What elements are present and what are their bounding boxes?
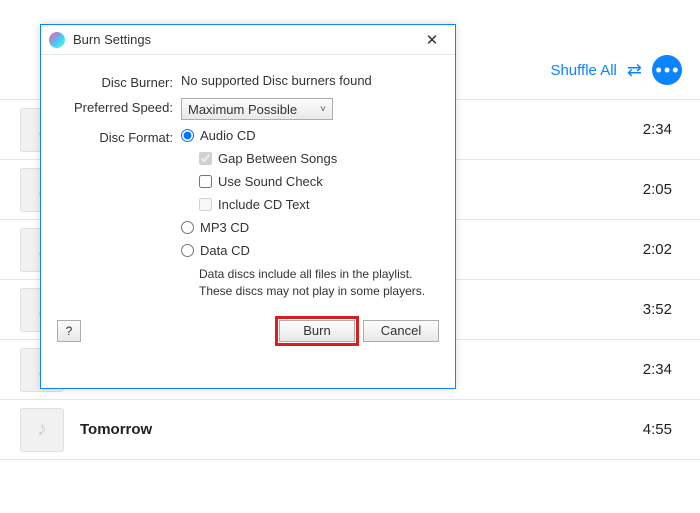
burn-button[interactable]: Burn <box>279 320 355 342</box>
radio-input[interactable] <box>181 244 194 257</box>
dialog-title: Burn Settings <box>73 32 417 47</box>
itunes-icon <box>49 32 65 48</box>
radio-audio-cd[interactable]: Audio CD <box>181 128 439 143</box>
checkbox-label: Use Sound Check <box>218 174 323 189</box>
track-title: Tomorrow <box>80 421 643 438</box>
radio-label: MP3 CD <box>200 220 249 235</box>
radio-label: Audio CD <box>200 128 256 143</box>
close-button[interactable]: ✕ <box>417 31 447 49</box>
track-duration: 2:34 <box>643 361 672 378</box>
radio-input[interactable] <box>181 221 194 234</box>
track-duration: 4:55 <box>643 421 672 438</box>
track-thumb: ♪ <box>20 408 64 452</box>
checkbox-use-sound-check[interactable]: Use Sound Check <box>199 174 439 189</box>
checkbox-include-cd-text: Include CD Text <box>199 197 439 212</box>
track-duration: 3:52 <box>643 301 672 318</box>
shuffle-icon: ⇄ <box>627 60 642 81</box>
cancel-button[interactable]: Cancel <box>363 320 439 342</box>
chevron-down-icon: ˅ <box>320 104 326 115</box>
checkbox-input <box>199 198 212 211</box>
radio-input[interactable] <box>181 129 194 142</box>
checkbox-input[interactable] <box>199 175 212 188</box>
dialog-titlebar: Burn Settings ✕ <box>41 25 455 55</box>
checkbox-label: Gap Between Songs <box>218 151 337 166</box>
help-button[interactable]: ? <box>57 320 81 342</box>
disc-burner-label: Disc Burner: <box>57 73 181 90</box>
radio-mp3-cd[interactable]: MP3 CD <box>181 220 439 235</box>
radio-data-cd[interactable]: Data CD <box>181 243 439 258</box>
checkbox-input <box>199 152 212 165</box>
select-value: Maximum Possible <box>188 102 297 117</box>
shuffle-all-button[interactable]: Shuffle All <box>550 62 616 79</box>
data-cd-note: Data discs include all files in the play… <box>199 266 439 300</box>
track-duration: 2:02 <box>643 241 672 258</box>
checkbox-gap-between-songs: Gap Between Songs <box>199 151 439 166</box>
checkbox-label: Include CD Text <box>218 197 310 212</box>
preferred-speed-select[interactable]: Maximum Possible ˅ <box>181 98 333 120</box>
track-row[interactable]: ♪ Tomorrow 4:55 <box>0 400 700 460</box>
disc-format-label: Disc Format: <box>57 128 181 145</box>
burn-settings-dialog: Burn Settings ✕ Disc Burner: No supporte… <box>40 24 456 389</box>
track-duration: 2:34 <box>643 121 672 138</box>
preferred-speed-label: Preferred Speed: <box>57 98 181 115</box>
more-button[interactable]: ••• <box>652 55 682 85</box>
disc-burner-value: No supported Disc burners found <box>181 73 439 88</box>
radio-label: Data CD <box>200 243 250 258</box>
track-duration: 2:05 <box>643 181 672 198</box>
